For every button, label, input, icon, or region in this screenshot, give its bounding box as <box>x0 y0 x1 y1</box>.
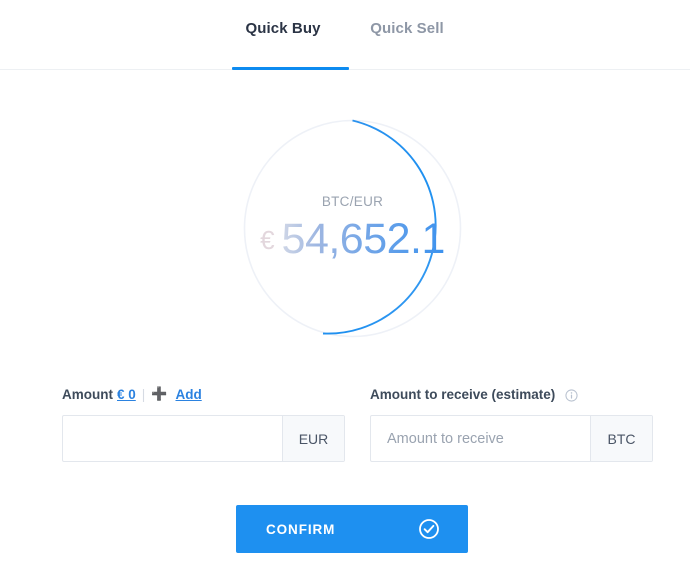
amount-balance-link[interactable]: € 0 <box>117 387 136 402</box>
form-row: Amount € 0 | ➕ Add EUR Amount to receive… <box>0 385 690 462</box>
price-currency-symbol: € <box>260 224 275 255</box>
confirm-button-label: CONFIRM <box>266 521 336 537</box>
info-circle-icon[interactable] <box>565 388 578 402</box>
amount-label-row: Amount € 0 | ➕ Add <box>62 385 345 403</box>
add-funds-link[interactable]: Add <box>175 387 201 402</box>
price-ring-content: BTC/EUR € 54,652.1 <box>243 118 462 339</box>
price-value: 54,652.1 <box>281 214 446 263</box>
amount-input-group[interactable]: EUR <box>62 415 345 462</box>
plus-icon: ➕ <box>151 386 168 401</box>
amount-field-group: Amount € 0 | ➕ Add EUR <box>62 385 345 462</box>
price-display: € 54,652.1 <box>260 215 445 264</box>
receive-input-group[interactable]: BTC <box>370 415 653 462</box>
receive-field-group: Amount to receive (estimate) BTC <box>370 385 653 462</box>
amount-currency-suffix: EUR <box>282 416 344 461</box>
receive-label: Amount to receive (estimate) <box>370 386 556 402</box>
amount-input[interactable] <box>63 416 282 461</box>
active-tab-indicator <box>232 67 349 70</box>
tab-quick-buy-label: Quick Buy <box>245 20 321 37</box>
receive-currency-suffix: BTC <box>590 416 652 461</box>
tab-quick-sell-label: Quick Sell <box>370 20 444 37</box>
amount-label: Amount <box>62 386 113 402</box>
confirm-button[interactable]: CONFIRM <box>236 505 468 553</box>
tab-quick-sell[interactable]: Quick Sell <box>349 0 465 37</box>
amount-label-separator: | <box>141 386 146 402</box>
tab-quick-buy[interactable]: Quick Buy <box>225 0 341 37</box>
price-ring: BTC/EUR € 54,652.1 <box>243 118 462 339</box>
currency-pair-label: BTC/EUR <box>321 193 384 209</box>
receive-input[interactable] <box>371 416 590 461</box>
check-circle-icon <box>418 518 440 540</box>
receive-label-row: Amount to receive (estimate) <box>370 385 653 403</box>
tab-bar: Quick Buy Quick Sell <box>0 0 690 70</box>
